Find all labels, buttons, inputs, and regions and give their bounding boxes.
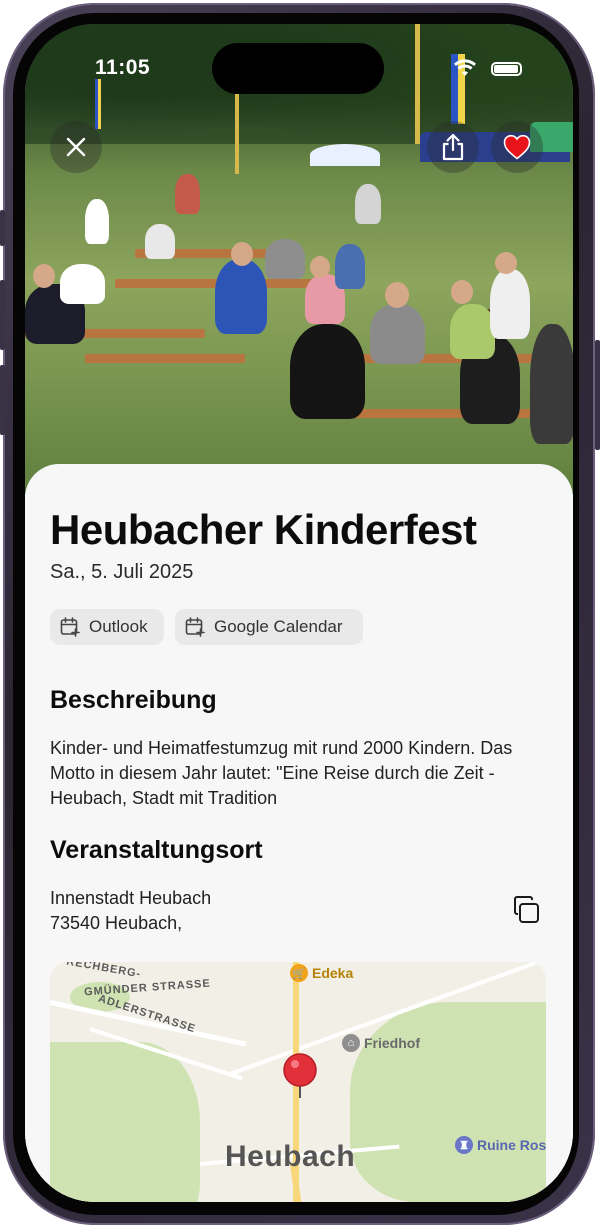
event-date: Sa., 5. Juli 2025 <box>50 561 194 583</box>
map-park <box>50 1042 200 1202</box>
screen: 11:05 Heubacher Kinderfest Sa., 5. Juli … <box>25 24 573 1202</box>
photo-table <box>85 354 245 363</box>
photo-head <box>451 280 473 304</box>
photo-head <box>310 256 330 278</box>
poi-label: Friedhof <box>364 1035 420 1051</box>
map-poi-ruine[interactable]: ♜ Ruine Rosenstein <box>455 1136 546 1154</box>
shopping-cart-icon: 🛒 <box>290 964 308 982</box>
add-to-outlook-button[interactable]: Outlook <box>50 609 164 645</box>
wifi-icon <box>454 59 476 76</box>
close-button[interactable] <box>50 121 102 173</box>
outlook-label: Outlook <box>89 617 148 636</box>
photo-head <box>231 242 253 266</box>
calendar-add-icon <box>60 617 80 637</box>
photo-head <box>33 264 55 288</box>
location-map[interactable]: RECHBERG- GMÜNDER STRASSE ADLERSTRASSE 🛒… <box>50 962 546 1202</box>
photo-pole <box>235 94 239 174</box>
map-poi-edeka[interactable]: 🛒 Edeka <box>290 964 353 982</box>
poi-label: Ruine Rosenstein <box>477 1137 546 1153</box>
castle-icon: ♜ <box>455 1136 473 1154</box>
close-icon <box>66 137 86 157</box>
photo-umbrella <box>310 144 380 166</box>
photo-person <box>530 324 573 444</box>
share-button[interactable] <box>427 121 479 173</box>
photo-person <box>290 324 365 419</box>
map-poi-friedhof[interactable]: ⌂ Friedhof <box>342 1034 420 1052</box>
calendar-add-icon <box>185 617 205 637</box>
map-street-label: RECHBERG- <box>65 962 143 981</box>
dynamic-island <box>212 43 384 94</box>
event-title: Heubacher Kinderfest <box>50 506 477 553</box>
map-park <box>350 1002 546 1202</box>
photo-person <box>265 239 305 279</box>
map-city-label: Heubach <box>225 1140 356 1173</box>
map-pin-icon <box>283 1053 317 1098</box>
event-detail-sheet: Heubacher Kinderfest Sa., 5. Juli 2025 O… <box>25 464 573 1202</box>
side-button <box>0 280 5 350</box>
photo-head <box>385 282 409 308</box>
description-heading: Beschreibung <box>50 686 217 714</box>
share-icon <box>442 133 464 161</box>
favorite-button[interactable] <box>491 121 543 173</box>
side-button <box>0 365 5 435</box>
heart-icon <box>503 134 531 160</box>
add-to-google-calendar-button[interactable]: Google Calendar <box>175 609 363 645</box>
photo-person <box>215 259 267 334</box>
status-time: 11:05 <box>95 56 151 79</box>
map-road <box>50 1000 247 1047</box>
photo-person <box>145 224 175 259</box>
photo-person <box>370 304 425 364</box>
battery-icon <box>491 62 522 76</box>
event-address: Innenstadt Heubach 73540 Heubach, <box>50 886 211 936</box>
side-button <box>0 210 5 246</box>
address-line-1: Innenstadt Heubach <box>50 888 212 908</box>
photo-head <box>495 252 517 274</box>
cemetery-icon: ⌂ <box>342 1034 360 1052</box>
location-heading: Veranstaltungsort <box>50 836 263 864</box>
event-photo <box>25 24 573 494</box>
photo-person <box>85 199 109 244</box>
photo-person <box>60 264 105 304</box>
photo-flag <box>95 79 101 129</box>
side-button <box>595 340 600 450</box>
event-description: Kinder- und Heimatfestumzug mit rund 200… <box>50 738 513 808</box>
photo-person <box>175 174 200 214</box>
photo-person <box>450 304 495 359</box>
photo-person <box>490 269 530 339</box>
photo-person <box>355 184 381 224</box>
address-line-2: 73540 Heubach, <box>50 913 183 933</box>
photo-person <box>335 244 365 289</box>
copy-address-button[interactable] <box>510 894 544 928</box>
poi-label: Edeka <box>312 965 354 981</box>
photo-pole <box>415 24 420 144</box>
google-calendar-label: Google Calendar <box>214 617 343 636</box>
